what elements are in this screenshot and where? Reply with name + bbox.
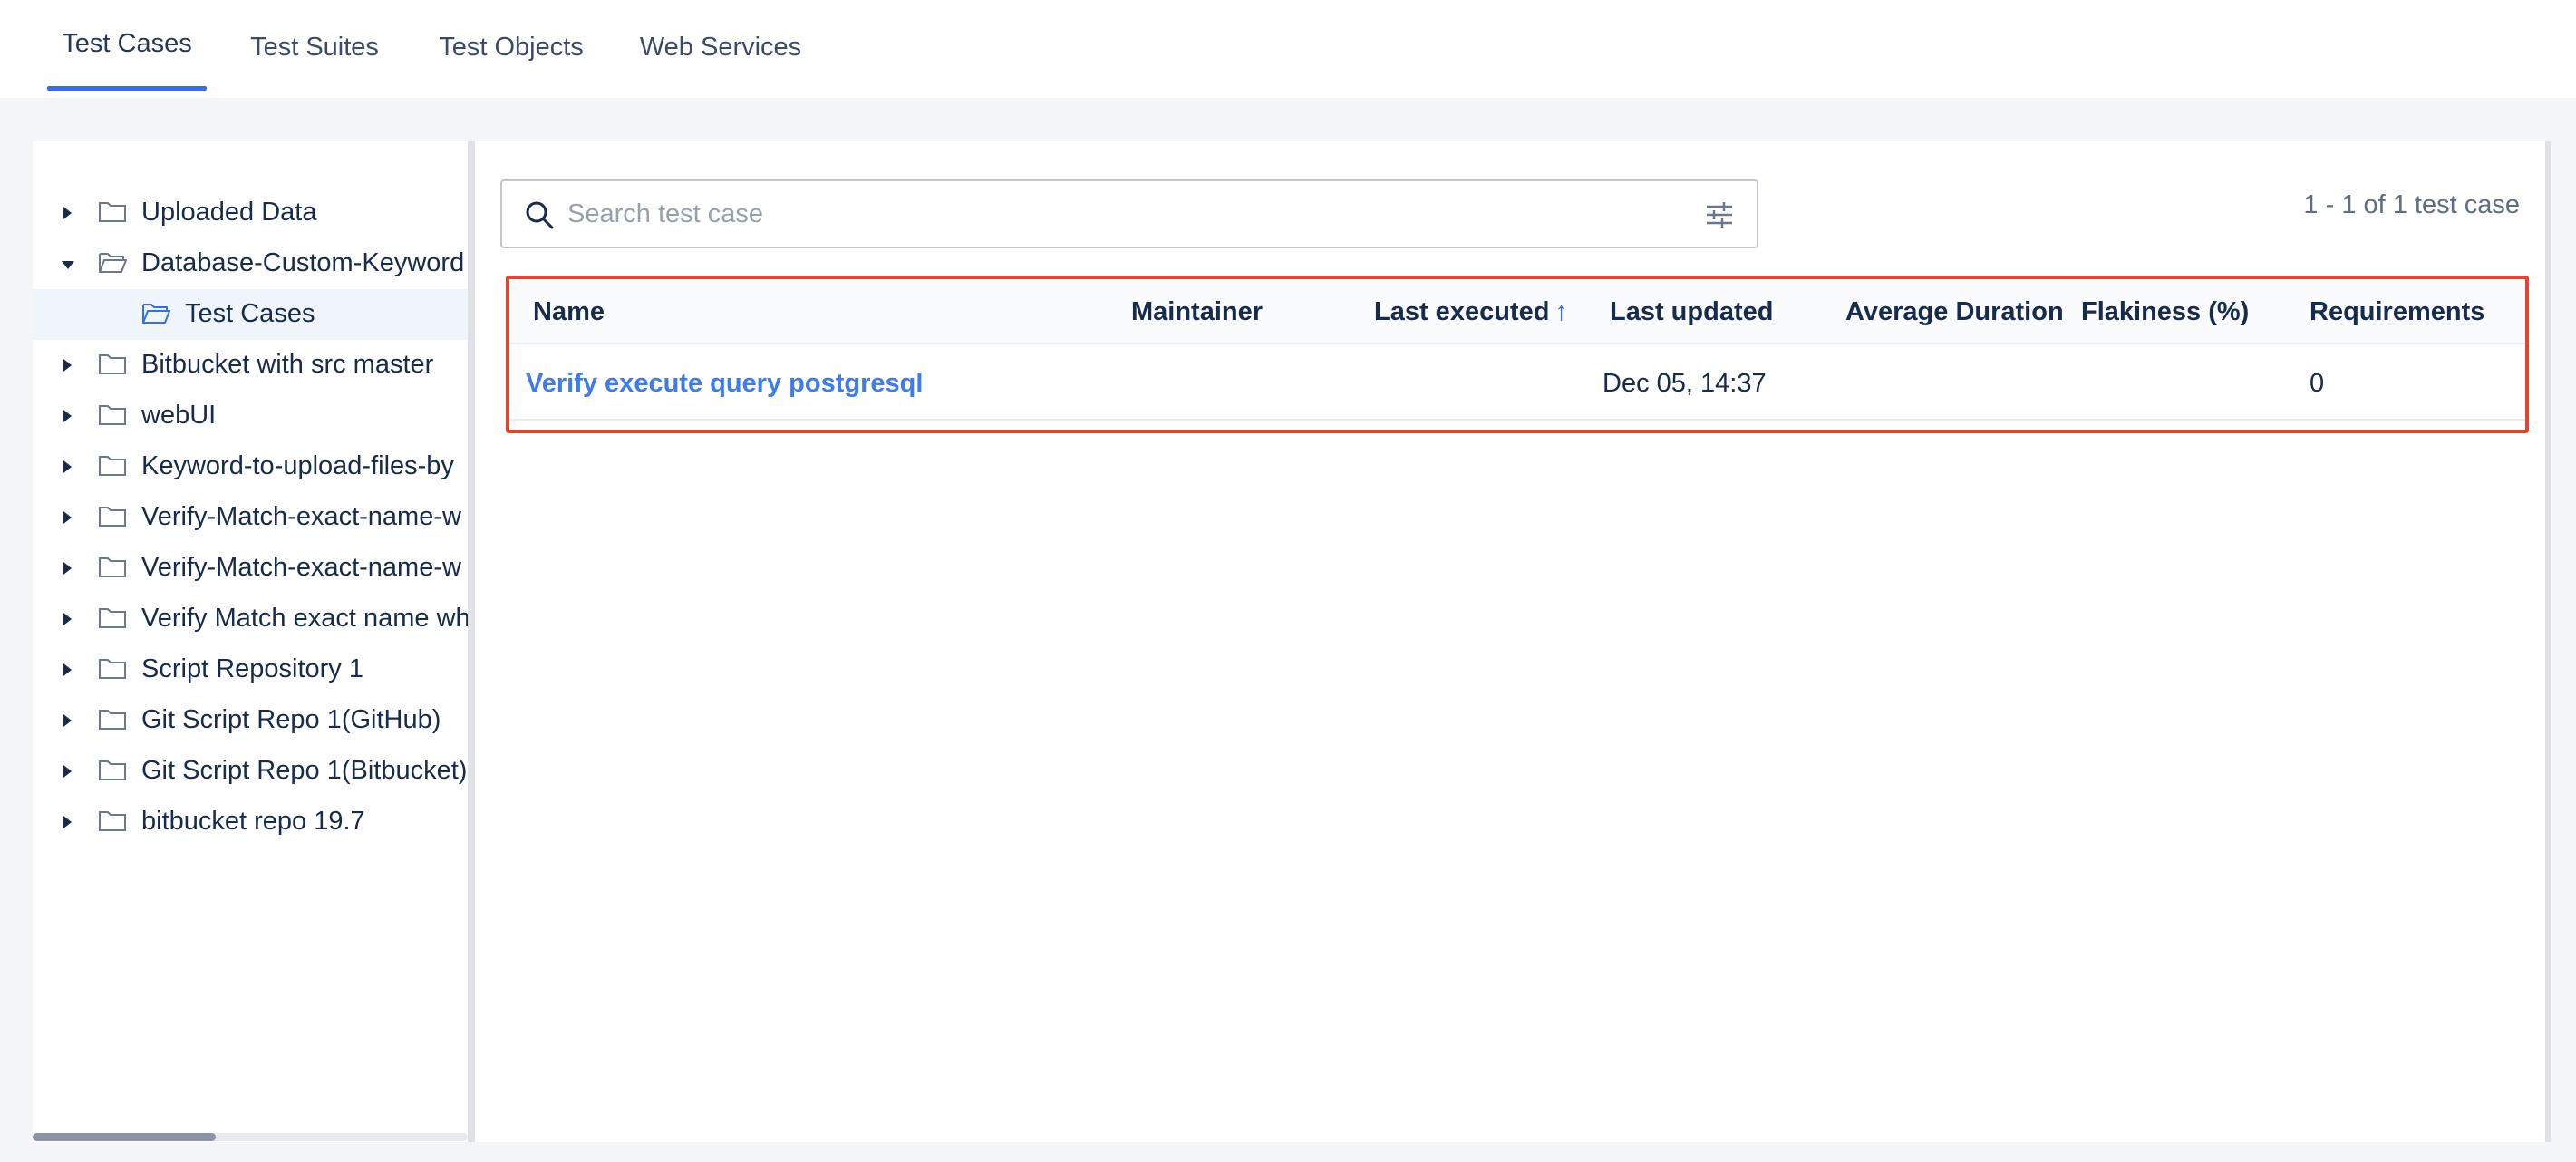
main-vertical-scrollbar[interactable] [2545, 141, 2551, 1142]
folder-tree-panel: Uploaded Data Database-Custom-Keyword Te… [33, 141, 468, 1142]
tree-item-verify-match-exact-name-2[interactable]: Verify-Match-exact-name-w [33, 543, 468, 594]
tree-item-bitbucket-repo-19-7[interactable]: bitbucket repo 19.7 [33, 797, 468, 847]
tab-test-cases[interactable]: Test Cases [47, 0, 207, 92]
folder-open-icon [142, 304, 170, 324]
tree-item-label: Uploaded Data [141, 198, 317, 227]
tab-test-suites[interactable]: Test Suites [241, 0, 388, 96]
caret-right-icon[interactable] [63, 460, 72, 473]
tree-item-label: Database-Custom-Keyword [141, 248, 465, 277]
tree-item-label: Git Script Repo 1(GitHub) [141, 705, 441, 734]
tree-item-uploaded-data[interactable]: Uploaded Data [33, 188, 468, 238]
folder-icon [99, 354, 126, 374]
caret-right-icon[interactable] [63, 410, 72, 422]
tree-item-label: webUI [141, 401, 217, 430]
caret-right-icon[interactable] [63, 663, 72, 676]
panel-resize-handle[interactable] [468, 141, 475, 1142]
folder-icon [99, 456, 126, 476]
search-icon [526, 201, 554, 229]
caret-right-icon[interactable] [63, 562, 72, 575]
folder-icon [99, 760, 126, 780]
folder-icon [99, 557, 126, 577]
folder-icon [99, 405, 126, 425]
caret-right-icon[interactable] [63, 714, 72, 727]
folder-icon [99, 608, 126, 628]
tree-item-script-repository-1[interactable]: Script Repository 1 [33, 644, 468, 695]
tree-item-label: Test Cases [185, 299, 315, 328]
folder-icon [99, 659, 126, 679]
tab-test-objects[interactable]: Test Objects [426, 0, 596, 96]
search-input[interactable] [567, 190, 1655, 237]
tree-item-test-cases[interactable]: Test Cases [33, 289, 468, 340]
tab-web-services[interactable]: Web Services [631, 0, 810, 96]
caret-right-icon[interactable] [63, 359, 72, 372]
tree-item-git-script-repo-bitbucket[interactable]: Git Script Repo 1(Bitbucket) [33, 746, 468, 797]
caret-right-icon[interactable] [63, 816, 72, 828]
tree-item-label: Verify-Match-exact-name-w [141, 502, 461, 531]
filter-settings-icon[interactable] [1704, 199, 1735, 230]
tree-item-verify-match-exact-name-1[interactable]: Verify-Match-exact-name-w [33, 492, 468, 543]
tree-item-label: bitbucket repo 19.7 [141, 807, 365, 836]
highlight-annotation-box [506, 276, 2529, 433]
caret-right-icon[interactable] [63, 765, 72, 778]
caret-right-icon[interactable] [63, 207, 72, 219]
folder-open-icon [99, 253, 127, 273]
folder-icon [99, 507, 126, 527]
tree-item-label: Script Repository 1 [141, 654, 363, 683]
tree-item-database-custom-keyword[interactable]: Database-Custom-Keyword [33, 238, 468, 289]
tree-item-label: Verify-Match-exact-name-w [141, 553, 461, 582]
caret-right-icon[interactable] [63, 511, 72, 524]
tree-item-label: Bitbucket with src master [141, 350, 434, 379]
result-count: 1 - 1 of 1 test case [2303, 190, 2520, 219]
caret-down-icon[interactable] [62, 261, 74, 269]
folder-icon [99, 202, 126, 222]
folder-icon [99, 710, 126, 730]
tree-item-label: Verify Match exact name wh [141, 604, 468, 633]
tree-item-git-script-repo-github[interactable]: Git Script Repo 1(GitHub) [33, 695, 468, 746]
tree-item-verify-match-exact-name-3[interactable]: Verify Match exact name wh [33, 594, 468, 644]
caret-right-icon[interactable] [63, 613, 72, 625]
tree-item-label: Keyword-to-upload-files-by [141, 451, 454, 480]
search-box[interactable] [500, 179, 1758, 248]
tree-item-bitbucket-with-src-master[interactable]: Bitbucket with src master [33, 340, 468, 391]
folder-icon [99, 811, 126, 831]
tree-scrollbar-thumb[interactable] [33, 1133, 216, 1141]
tree-item-keyword-to-upload-files[interactable]: Keyword-to-upload-files-by [33, 441, 468, 492]
top-tab-bar: Test Cases Test Suites Test Objects Web … [0, 0, 2576, 98]
tree-item-label: Git Script Repo 1(Bitbucket) [141, 756, 468, 785]
tree-item-webui[interactable]: webUI [33, 391, 468, 441]
